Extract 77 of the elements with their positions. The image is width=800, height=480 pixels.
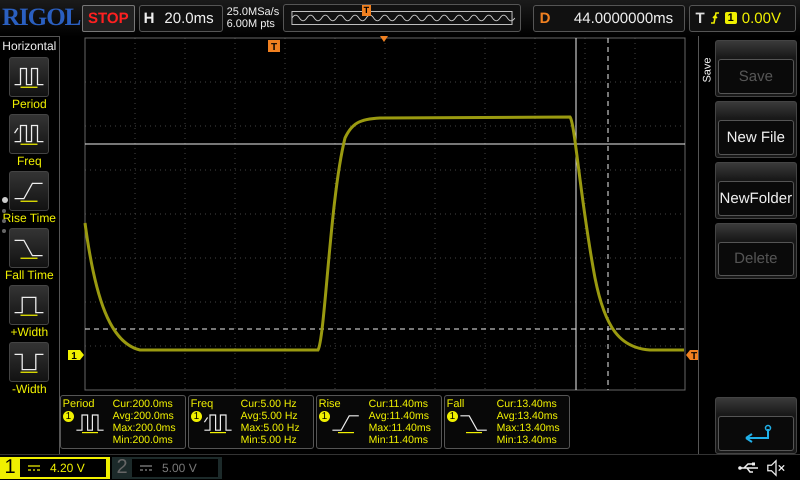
channel-tab[interactable]: 2 5.00 V [112, 456, 222, 478]
menu-title: Save [701, 57, 714, 83]
measure-label: Rise Time [2, 211, 56, 225]
measure-label: Fall Time [4, 268, 54, 282]
dc-coupling-icon [140, 464, 152, 472]
measure-button[interactable] [9, 57, 50, 97]
menu-title: Horizontal [2, 39, 56, 53]
measurement-value: Avg:5.00 Hz [240, 410, 299, 422]
measurement-name: Rise [318, 398, 342, 410]
measurement-value: Cur:11.40ms [368, 398, 429, 410]
delay-panel[interactable]: D 44.0000000ms [532, 4, 684, 32]
measure-button[interactable] [9, 342, 50, 382]
trigger-source-badge: 1 [724, 12, 737, 24]
measurement-value: Max:13.40ms [496, 422, 560, 434]
trigger-marker: T [268, 40, 280, 53]
measure-button[interactable] [9, 171, 50, 211]
speaker-muted-icon [766, 458, 786, 476]
timebase-value: 20.0ms [164, 10, 214, 26]
channel-number: 1 [3, 456, 17, 479]
channel-marker: 1 [68, 350, 84, 362]
dc-coupling-icon [28, 464, 40, 472]
usb-icon [738, 462, 760, 474]
measure-label: Period [12, 97, 47, 111]
timebase-panel[interactable]: H 20.0ms [138, 4, 223, 32]
cursor-line[interactable] [575, 38, 576, 390]
measurement-panel[interactable]: Rise 1 Cur:11.40ms Avg:11.40ms Max:11.40ms Min:11.40ms [316, 395, 442, 449]
trigger-level: 0.00V [742, 10, 781, 26]
measurement-panel[interactable]: Period 1 Cur:200.0ms Avg:200.0ms Max:200.0ms Min:200.0ms [60, 395, 186, 449]
memory-depth: 6.00M pts [226, 18, 276, 30]
measure-button[interactable] [9, 285, 50, 325]
run-state-badge[interactable]: STOP [82, 4, 135, 32]
delay-value: 44.0000000ms [572, 10, 674, 26]
source-badge: 1 [318, 411, 330, 422]
measurement-value: Max:5.00 Hz [240, 422, 300, 434]
trigger-level-marker: T [686, 350, 698, 362]
source-badge: 1 [62, 411, 74, 422]
menu-button[interactable]: NewFolder [714, 162, 797, 219]
measurement-panel[interactable]: Freq 1 Cur:5.00 Hz Avg:5.00 Hz Max:5.00 Hz Min:5.00 Hz [188, 395, 314, 449]
channel-scale: 4.20 V [50, 460, 85, 474]
trigger-position-marker: T [362, 5, 372, 16]
menu-button[interactable]: New File [714, 100, 797, 158]
measurement-name: Period [62, 398, 96, 410]
measurement-value: Max:11.40ms [368, 422, 431, 434]
measurement-value: Min:11.40ms [368, 434, 429, 446]
measurement-value: Avg:13.40ms [496, 410, 559, 422]
measure-button[interactable] [9, 114, 50, 154]
cursor-line[interactable] [607, 38, 608, 390]
measurement-name: Freq [190, 398, 214, 410]
channel-number: 2 [115, 456, 129, 479]
brand-logo: RIGOL [2, 4, 78, 32]
measurement-value: Avg:200.0ms [112, 410, 175, 422]
channel-scale: 5.00 V [162, 460, 197, 474]
measure-label: -Width [12, 382, 47, 396]
source-badge: 1 [446, 411, 458, 422]
measurement-value: Min:13.40ms [496, 434, 558, 446]
measure-label: Freq [16, 154, 42, 168]
measure-button[interactable] [9, 228, 50, 268]
delay-label: D [540, 10, 552, 26]
source-badge: 1 [190, 411, 202, 422]
channel-tab[interactable]: 1 4.20 V [0, 456, 110, 478]
rising-edge-icon [710, 11, 720, 25]
measurement-name: Fall [446, 398, 466, 410]
timebase-label: H [144, 10, 154, 26]
trigger-panel[interactable]: T 1 0.00V [688, 4, 796, 32]
measurement-value: Cur:200.0ms [112, 398, 174, 410]
measurement-value: Cur:13.40ms [496, 398, 558, 410]
measurement-value: Avg:11.40ms [368, 410, 430, 422]
measurement-value: Min:5.00 Hz [240, 434, 298, 446]
measure-label: +Width [10, 325, 48, 339]
measurement-panel[interactable]: Fall 1 Cur:13.40ms Avg:13.40ms Max:13.40ms Min:13.40ms [444, 395, 570, 449]
measurement-value: Max:200.0ms [112, 422, 176, 434]
measurement-value: Cur:5.00 Hz [240, 398, 298, 410]
trigger-label: T [696, 10, 705, 26]
measurement-value: Min:200.0ms [112, 434, 174, 446]
cursor-line[interactable] [84, 328, 686, 330]
sample-rate: 25.0MSa/s [226, 6, 279, 18]
back-button[interactable] [714, 397, 797, 454]
